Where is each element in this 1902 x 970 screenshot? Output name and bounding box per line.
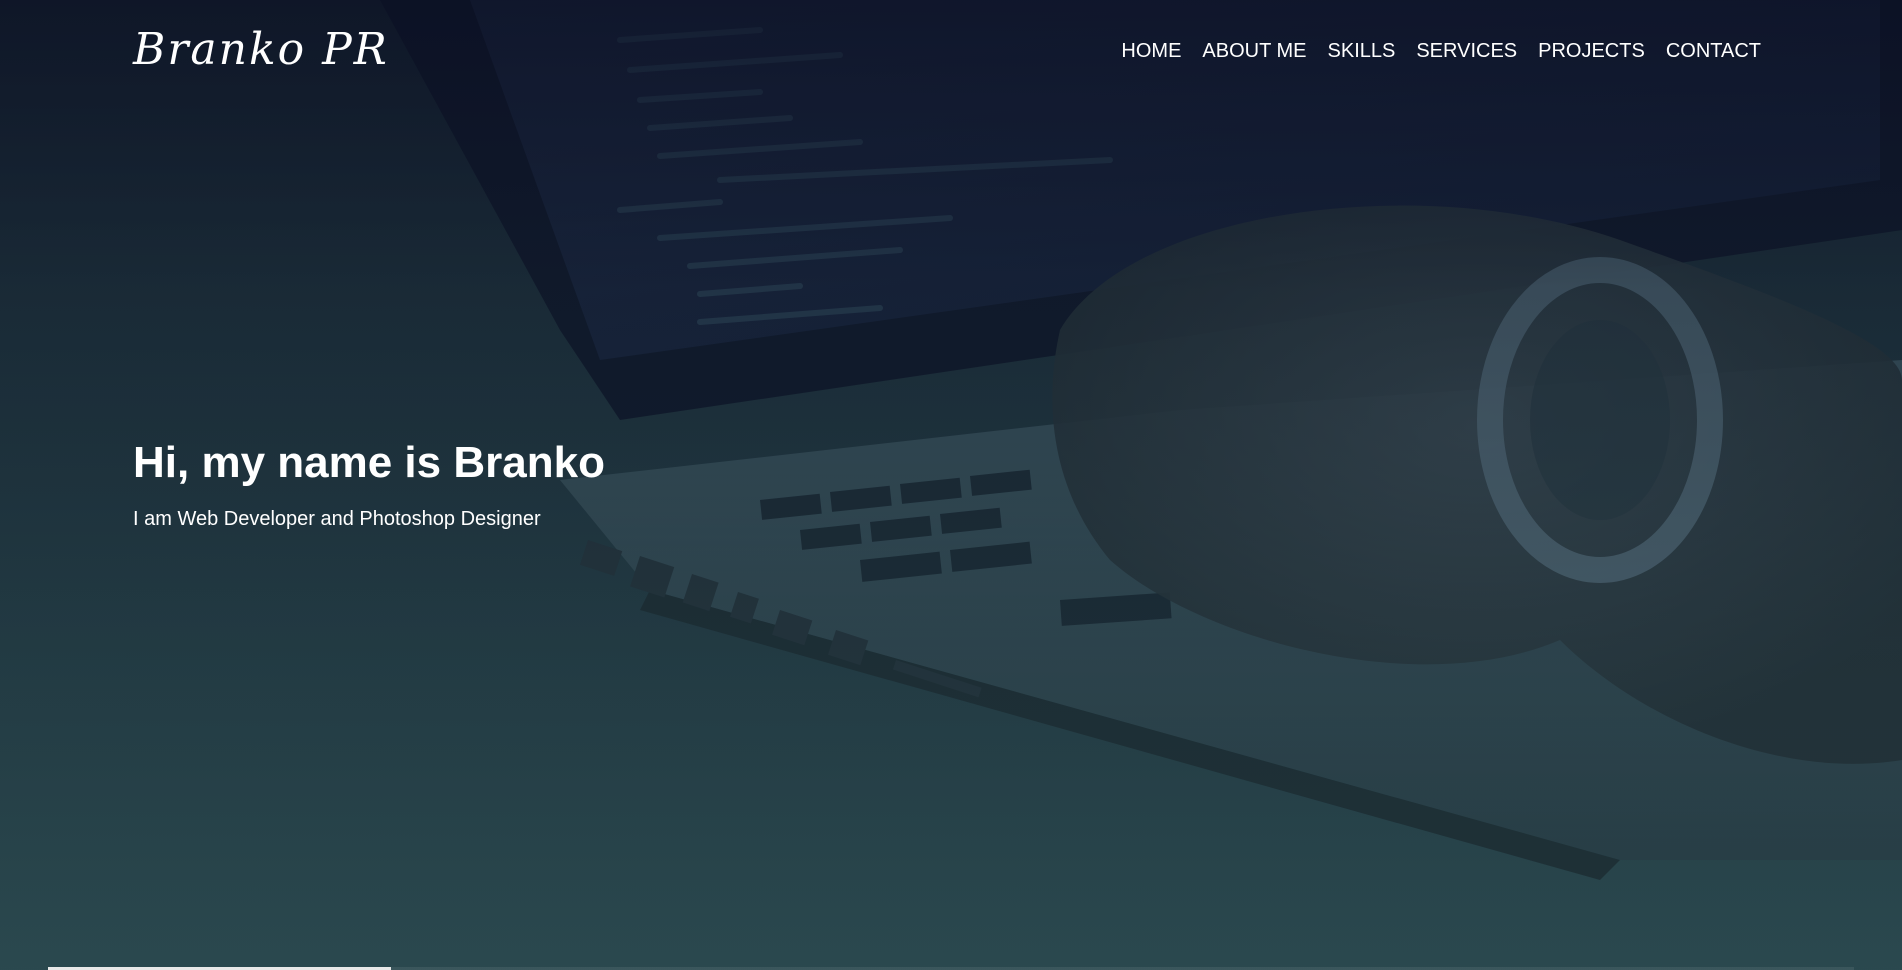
nav-item-skills[interactable]: SKILLS [1328,40,1396,63]
hero-text-block: Hi, my name is Branko I am Web Developer… [133,438,605,531]
main-nav-menu: HOME ABOUT ME SKILLS SERVICES PROJECTS C… [1121,40,1761,63]
nav-item-about-me[interactable]: ABOUT ME [1202,40,1306,63]
nav-item-contact[interactable]: CONTACT [1666,40,1761,63]
nav-item-projects[interactable]: PROJECTS [1538,40,1645,63]
site-logo[interactable]: Branko PR [133,24,389,75]
hero-section: Branko PR HOME ABOUT ME SKILLS SERVICES … [0,0,1902,970]
nav-item-home[interactable]: HOME [1121,40,1181,63]
hero-subtitle: I am Web Developer and Photoshop Designe… [133,508,541,530]
hero-title: Hi, my name is Branko [133,438,605,487]
nav-item-services[interactable]: SERVICES [1416,40,1517,63]
top-navbar: Branko PR HOME ABOUT ME SKILLS SERVICES … [0,0,1902,110]
